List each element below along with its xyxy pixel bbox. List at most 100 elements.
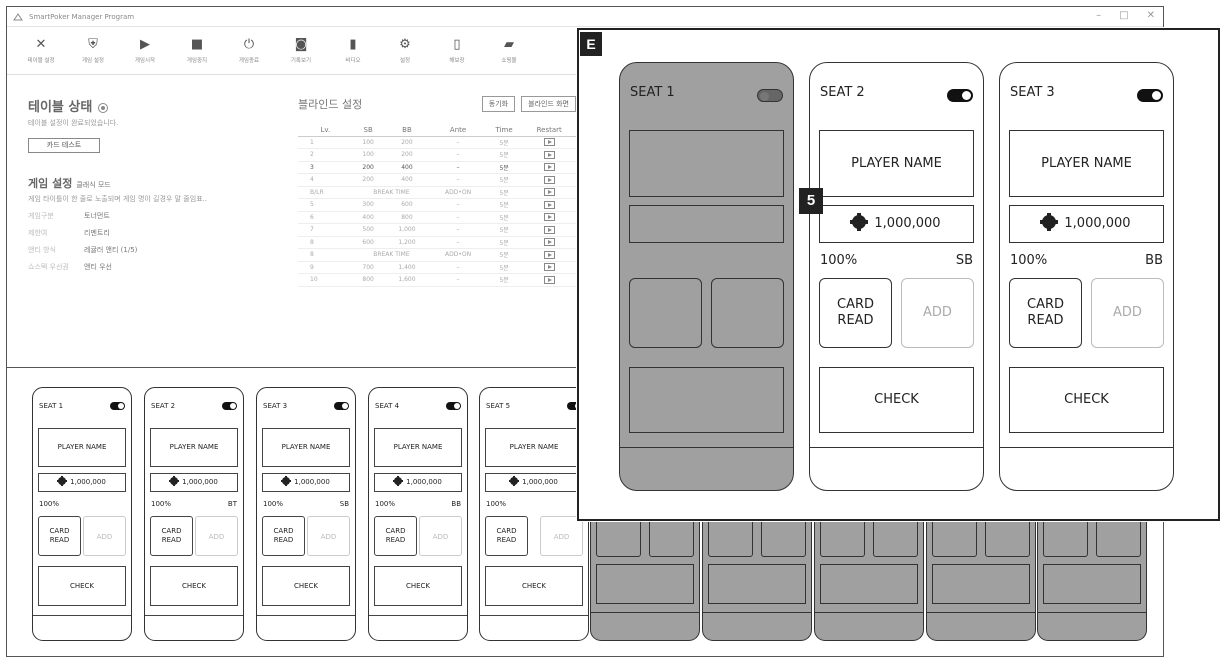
toolbar-button[interactable]: ◙ 기록보기 bbox=[275, 27, 327, 74]
check-button[interactable]: CHECK bbox=[262, 566, 350, 606]
toolbar-button[interactable]: ⛨ 게임 설정 bbox=[67, 27, 119, 74]
add-button[interactable]: ADD bbox=[307, 516, 350, 556]
toolbar-button[interactable]: ⏻ 게임종료 bbox=[223, 27, 275, 74]
toolbar-button[interactable]: ✕ 테이블 설정 bbox=[15, 27, 67, 74]
bb-cell: 1,600 bbox=[383, 273, 431, 287]
check-button[interactable]: CHECK bbox=[38, 566, 126, 606]
toolbar-button[interactable]: ▮ 비디오 bbox=[327, 27, 379, 74]
time-cell: 5분 bbox=[485, 223, 523, 237]
column-header: BB bbox=[383, 124, 431, 137]
restart-cell bbox=[522, 236, 576, 249]
check-button[interactable]: CHECK bbox=[1009, 367, 1164, 433]
seat-toggle[interactable] bbox=[222, 402, 237, 410]
check-button[interactable]: CHECK bbox=[485, 566, 583, 606]
toolbar-button[interactable]: ▶ 게임시작 bbox=[119, 27, 171, 74]
player-name-box[interactable]: PLAYER NAME bbox=[150, 428, 238, 467]
player-name-box[interactable]: PLAYER NAME bbox=[374, 428, 462, 467]
time-cell: 5분 bbox=[485, 273, 523, 287]
card-read-button bbox=[629, 278, 702, 348]
close-button[interactable]: ✕ bbox=[1147, 10, 1155, 21]
seat-toggle[interactable] bbox=[947, 89, 973, 102]
chip-icon bbox=[281, 476, 292, 486]
card-read-button[interactable]: CARD READ bbox=[374, 516, 417, 556]
card-test-button[interactable]: 카드 테스트 bbox=[28, 138, 100, 153]
column-header: Time bbox=[485, 124, 523, 137]
restart-play-icon[interactable] bbox=[543, 213, 555, 222]
bb-cell: 200 bbox=[383, 148, 431, 162]
player-name-box[interactable]: PLAYER NAME bbox=[819, 130, 974, 197]
blind-row: 2 100 200–5분 bbox=[298, 148, 576, 162]
card-read-button[interactable]: CARD READ bbox=[485, 516, 528, 556]
restart-play-icon[interactable] bbox=[543, 150, 555, 159]
restart-play-icon[interactable] bbox=[543, 163, 555, 172]
check-button[interactable]: CHECK bbox=[819, 367, 974, 433]
seat-name: SEAT 3 bbox=[1010, 85, 1055, 100]
restart-play-icon[interactable] bbox=[543, 238, 555, 247]
add-button[interactable]: ADD bbox=[419, 516, 462, 556]
seat-toggle[interactable] bbox=[110, 402, 125, 410]
restart-play-icon[interactable] bbox=[543, 200, 555, 209]
column-header: Restart bbox=[522, 124, 576, 137]
restart-play-icon[interactable] bbox=[543, 275, 555, 284]
maximize-button[interactable]: □ bbox=[1119, 10, 1128, 21]
seat-toggle[interactable] bbox=[334, 402, 349, 410]
restart-play-icon[interactable] bbox=[543, 263, 555, 272]
seat-card: SEAT 2 PLAYER NAME 1,000,000 100% BT CARD REA… bbox=[144, 387, 244, 641]
add-button[interactable]: ADD bbox=[83, 516, 126, 556]
tools-icon: ✕ bbox=[35, 36, 47, 52]
seat-footer bbox=[480, 615, 588, 616]
level-cell: 8 bbox=[298, 236, 353, 249]
card-read-button[interactable]: CARD READ bbox=[150, 516, 193, 556]
card-read-button[interactable]: CARD READ bbox=[262, 516, 305, 556]
sb-cell: 600 bbox=[352, 236, 384, 249]
sb-cell: 800 bbox=[352, 273, 384, 287]
check-button[interactable]: CHECK bbox=[374, 566, 462, 606]
seat-toggle[interactable] bbox=[446, 402, 461, 410]
player-name-box[interactable]: PLAYER NAME bbox=[1009, 130, 1164, 197]
card-read-button bbox=[708, 517, 753, 557]
restart-play-icon[interactable] bbox=[543, 175, 555, 184]
seat-toggle[interactable] bbox=[757, 89, 783, 102]
restart-play-icon[interactable] bbox=[543, 250, 555, 259]
check-button[interactable]: CHECK bbox=[150, 566, 238, 606]
restart-cell bbox=[522, 273, 576, 287]
time-cell: 5분 bbox=[485, 236, 523, 249]
bb-cell: 1,400 bbox=[383, 261, 431, 274]
blind-screen-button[interactable]: 블라인드 화면 bbox=[521, 96, 576, 112]
toolbar-button[interactable]: ▰ 쇼핑몰 bbox=[483, 27, 535, 74]
ante-cell: – bbox=[430, 261, 486, 274]
player-name-box[interactable]: PLAYER NAME bbox=[38, 428, 126, 467]
add-button[interactable]: ADD bbox=[540, 516, 583, 556]
time-cell: 5분 bbox=[485, 173, 523, 187]
restart-play-icon[interactable] bbox=[543, 225, 555, 234]
add-button[interactable]: ADD bbox=[1091, 278, 1164, 348]
status-radio-icon bbox=[98, 102, 109, 113]
toolbar-button[interactable]: ⚙ 설정 bbox=[379, 27, 431, 74]
toolbar-button[interactable]: ■ 게임중지 bbox=[171, 27, 223, 74]
ante-cell: ADD•ON bbox=[430, 248, 486, 262]
level-cell: 1 bbox=[298, 136, 353, 149]
sync-button[interactable]: 동기화 bbox=[481, 96, 516, 112]
bb-cell: 400 bbox=[383, 173, 431, 187]
minimize-button[interactable]: – bbox=[1096, 10, 1101, 21]
chip-icon bbox=[57, 476, 68, 486]
setting-key: 앤티 방식 bbox=[28, 246, 56, 254]
seat-name: SEAT 2 bbox=[151, 402, 176, 410]
blind-row: 10 800 1,600–5분 bbox=[298, 273, 576, 287]
add-button[interactable]: ADD bbox=[195, 516, 238, 556]
restart-play-icon[interactable] bbox=[543, 188, 555, 197]
inactive-seat bbox=[590, 509, 700, 641]
card-read-button[interactable]: CARD READ bbox=[819, 278, 892, 348]
ante-cell: – bbox=[430, 236, 486, 249]
player-name-box[interactable]: PLAYER NAME bbox=[485, 428, 583, 467]
add-button[interactable]: ADD bbox=[901, 278, 974, 348]
toolbar-button[interactable]: ▯ 해보장 bbox=[431, 27, 483, 74]
blind-row: 4 200 400–5분 bbox=[298, 173, 576, 187]
blind-row: 6 400 800–5분 bbox=[298, 211, 576, 224]
seat-toggle[interactable] bbox=[1137, 89, 1163, 102]
toolbar-label: 설정 bbox=[399, 57, 411, 64]
restart-play-icon[interactable] bbox=[543, 138, 555, 147]
card-read-button[interactable]: CARD READ bbox=[1009, 278, 1082, 348]
player-name-box[interactable]: PLAYER NAME bbox=[262, 428, 350, 467]
card-read-button[interactable]: CARD READ bbox=[38, 516, 81, 556]
